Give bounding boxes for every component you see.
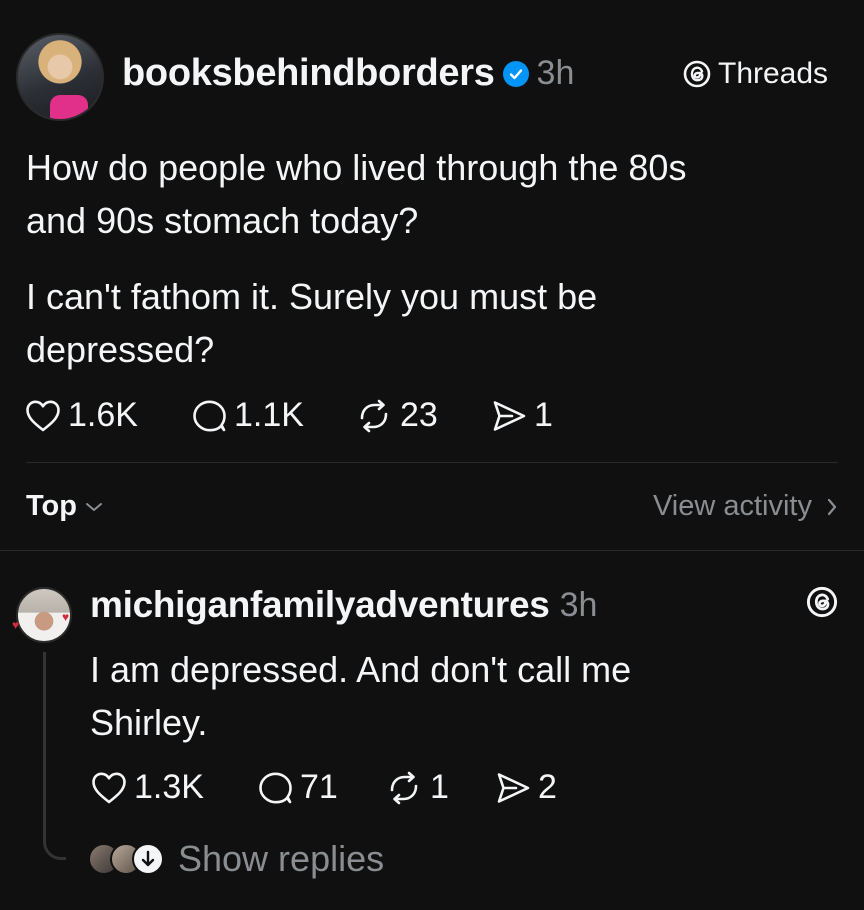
sort-label: Top xyxy=(26,490,77,522)
comment-icon xyxy=(259,772,292,803)
reply-reply-button[interactable]: 71 xyxy=(256,768,338,807)
arrow-down-icon xyxy=(132,843,164,875)
chevron-down-icon xyxy=(86,502,102,511)
send-icon xyxy=(497,772,530,803)
threads-logo-icon xyxy=(806,586,838,618)
thread-connector-line xyxy=(43,652,66,860)
author-username[interactable]: booksbehindborders xyxy=(122,52,495,95)
reply-button[interactable]: 1.1K xyxy=(190,396,304,435)
repost-count: 23 xyxy=(400,396,438,434)
reply-header: michiganfamilyadventures 3h xyxy=(90,584,597,626)
repost-button[interactable]: 23 xyxy=(354,396,438,435)
reply-reply-count: 71 xyxy=(300,768,338,806)
reply-username[interactable]: michiganfamilyadventures xyxy=(90,584,550,626)
reply-share-button[interactable]: 2 xyxy=(494,768,557,807)
like-button[interactable]: 1.6K xyxy=(24,396,138,435)
reply-repost-button[interactable]: 1 xyxy=(384,768,449,807)
post-text-line: depressed? xyxy=(26,329,215,370)
reply-text: I am depressed. And don't call me Shirle… xyxy=(90,643,631,749)
open-in-threads-link[interactable]: Threads xyxy=(682,57,828,91)
send-icon xyxy=(493,400,526,431)
repost-icon xyxy=(390,771,418,804)
show-replies-button[interactable]: Show replies xyxy=(88,838,384,880)
share-button[interactable]: 1 xyxy=(490,396,553,435)
heart-icon xyxy=(26,400,60,431)
repost-icon xyxy=(360,399,388,432)
replier-avatars xyxy=(88,843,164,875)
sort-dropdown[interactable]: Top xyxy=(26,490,103,523)
verified-badge-icon xyxy=(502,60,529,87)
reply-count: 1.1K xyxy=(234,396,304,434)
reply-like-count: 1.3K xyxy=(134,768,204,806)
reply-share-count: 2 xyxy=(538,768,557,806)
view-activity-link[interactable]: View activity xyxy=(653,490,838,523)
reply-like-button[interactable]: 1.3K xyxy=(90,768,204,807)
reply-threads-link[interactable] xyxy=(805,585,839,624)
threads-label: Threads xyxy=(718,57,829,90)
heart-icon xyxy=(92,772,126,803)
post-text: How do people who lived through the 80s … xyxy=(26,141,686,247)
post-text: I can't fathom it. Surely you must be de… xyxy=(26,270,597,376)
like-count: 1.6K xyxy=(68,396,138,434)
chevron-right-icon xyxy=(827,498,837,515)
reply-text-line: Shirley. xyxy=(90,702,208,743)
reply-text-line: I am depressed. And don't call me xyxy=(90,649,632,690)
heart-decoration-icon: ♥ xyxy=(62,610,70,624)
post-header: booksbehindborders 3h xyxy=(122,52,574,95)
post-timestamp: 3h xyxy=(536,54,575,92)
post-text-line: and 90s stomach today? xyxy=(26,200,419,241)
reply-timestamp: 3h xyxy=(559,585,598,624)
post-text-line: I can't fathom it. Surely you must be xyxy=(26,276,598,317)
share-count: 1 xyxy=(534,396,553,434)
section-divider xyxy=(0,550,864,551)
show-replies-label: Show replies xyxy=(178,838,385,879)
view-activity-label: View activity xyxy=(652,490,812,522)
stats-divider xyxy=(26,462,838,463)
comment-icon xyxy=(193,400,226,431)
reply-repost-count: 1 xyxy=(430,768,449,806)
post-text-line: How do people who lived through the 80s xyxy=(26,147,687,188)
threads-logo-icon xyxy=(683,60,711,88)
heart-decoration-icon: ♥ xyxy=(12,618,20,632)
author-avatar[interactable] xyxy=(16,33,104,121)
